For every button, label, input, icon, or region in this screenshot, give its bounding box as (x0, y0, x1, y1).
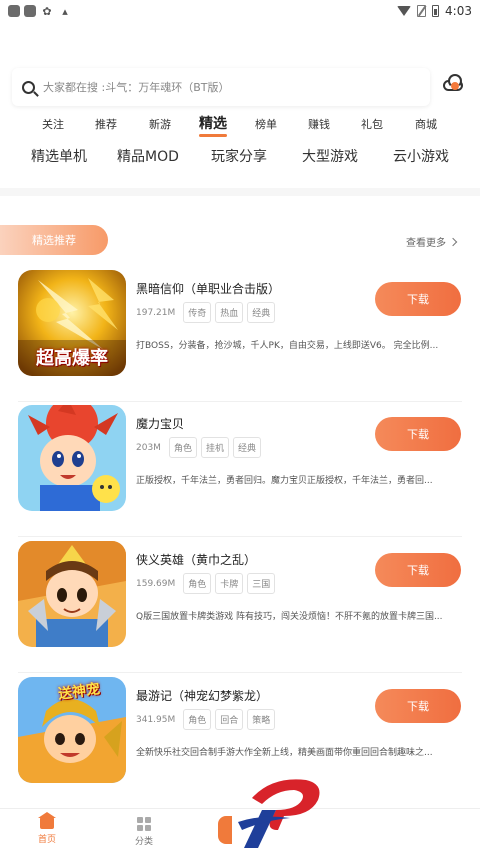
game-item[interactable]: 侠义英雄（黄巾之乱） 159.69M 角色 卡牌 三国 Q版三国放置卡牌类游戏 … (0, 537, 480, 673)
category-bar: 精选单机 精品MOD 玩家分享 大型游戏 云小游戏 (0, 146, 480, 166)
game-title[interactable]: 黑暗信仰（单职业合击版） (136, 280, 280, 297)
game-thumbnail[interactable] (18, 405, 126, 511)
tab-new-games[interactable]: 新游 (149, 116, 171, 132)
thumbnail-caption: 超高爆率 (36, 348, 108, 369)
game-title[interactable]: 侠义英雄（黄巾之乱） (136, 551, 256, 568)
tab-featured[interactable]: 精选 (199, 113, 227, 137)
category-single-player[interactable]: 精选单机 (31, 146, 87, 166)
tab-bar: 关注 推荐 新游 精选 榜单 赚钱 礼包 商城 (0, 116, 480, 138)
game-title[interactable]: 魔力宝贝 (136, 415, 184, 432)
game-tag: 回合 (215, 709, 244, 730)
game-tag: 经典 (247, 302, 276, 323)
floating-tab[interactable] (218, 816, 232, 844)
game-title[interactable]: 最游记（神宠幻梦紫龙） (136, 687, 268, 704)
watermark-logo (238, 779, 320, 848)
app-icon (8, 5, 20, 17)
nav-category[interactable]: 分类 (114, 817, 174, 847)
game-tag: 角色 (168, 437, 197, 458)
section-title: 精选推荐 (32, 234, 76, 247)
chevron-right-icon (448, 237, 458, 246)
no-sim-icon (417, 5, 427, 17)
game-tag: 卡牌 (215, 573, 244, 594)
grid-icon (137, 817, 151, 831)
nav-home[interactable]: 首页 (17, 812, 77, 845)
game-size: 197.21M (136, 307, 176, 318)
bug-icon: ✿ (42, 4, 52, 18)
category-cloud-games[interactable]: 云小游戏 (393, 146, 449, 166)
tab-recommend[interactable]: 推荐 (95, 116, 117, 132)
game-tag: 挂机 (200, 437, 229, 458)
game-tag: 角色 (183, 709, 212, 730)
game-thumbnail[interactable]: 送神宠 (18, 677, 126, 783)
tab-rankings[interactable]: 榜单 (255, 116, 277, 132)
game-meta: 341.95M 角色 回合 策略 (136, 709, 276, 730)
clock: 4:03 (445, 4, 472, 18)
tab-earn[interactable]: 赚钱 (308, 116, 330, 132)
game-description: 正版授权，千年法兰，勇者回归。魔力宝贝正版授权，千年法兰，勇者回... (136, 476, 433, 486)
download-button[interactable]: 下载 (375, 553, 461, 587)
game-tag: 角色 (183, 573, 212, 594)
game-thumbnail[interactable]: 超高爆率 (18, 270, 126, 376)
download-button[interactable]: 下载 (375, 689, 461, 723)
game-size: 159.69M (136, 578, 176, 589)
cloud-badge (451, 82, 459, 90)
game-size: 203M (136, 442, 161, 453)
search-bar[interactable]: 大家都在搜 :斗气：万年魂环（BT版） (12, 68, 430, 106)
home-icon (38, 812, 56, 829)
game-item[interactable]: 魔力宝贝 203M 角色 挂机 经典 正版授权，千年法兰，勇者回归。魔力宝贝正版… (0, 401, 480, 537)
search-placeholder: 大家都在搜 :斗气：万年魂环（BT版） (43, 81, 230, 94)
game-item[interactable]: 超高爆率 黑暗信仰（单职业合击版） 197.21M 传奇 热血 经典 打BOSS… (0, 266, 480, 402)
game-tag: 三国 (247, 573, 276, 594)
section-divider (0, 188, 480, 196)
game-tag: 热血 (215, 302, 244, 323)
app-icon (24, 5, 36, 17)
category-mod[interactable]: 精品MOD (117, 146, 179, 166)
game-thumbnail[interactable] (18, 541, 126, 647)
game-description: 打BOSS，分装备，抢沙城，千人PK，自由交易，上线即送V6。 完全比例... (136, 341, 439, 351)
download-button[interactable]: 下载 (375, 417, 461, 451)
wifi-icon (397, 6, 412, 16)
category-player-share[interactable]: 玩家分享 (211, 146, 267, 166)
game-tag: 传奇 (183, 302, 212, 323)
section-title-tag: 精选推荐 (0, 225, 108, 255)
font-icon: ▴ (62, 4, 68, 18)
game-description: 全新快乐社交回合制手游大作全新上线，精美画面带你重回回合制趣味之... (136, 748, 433, 758)
game-size: 341.95M (136, 714, 176, 725)
status-bar: ✿ ▴ 4:03 (0, 0, 480, 22)
download-button[interactable]: 下载 (375, 282, 461, 316)
game-tag: 策略 (247, 709, 276, 730)
see-more-link[interactable]: 查看更多 (406, 234, 458, 249)
game-meta: 203M 角色 挂机 经典 (136, 437, 261, 458)
tab-store[interactable]: 商城 (415, 116, 437, 132)
game-meta: 159.69M 角色 卡牌 三国 (136, 573, 276, 594)
game-meta: 197.21M 传奇 热血 经典 (136, 302, 276, 323)
tab-active-indicator (199, 134, 227, 137)
search-icon (22, 80, 35, 94)
battery-icon (432, 5, 440, 17)
tab-follow[interactable]: 关注 (42, 116, 64, 132)
category-large-games[interactable]: 大型游戏 (302, 146, 358, 166)
tab-gifts[interactable]: 礼包 (361, 116, 383, 132)
game-description: Q版三国放置卡牌类游戏 阵有技巧，闯关没烦恼！不肝不氪的放置卡牌三国... (136, 612, 443, 622)
cloud-game-button[interactable] (441, 74, 467, 96)
game-tag: 经典 (232, 437, 261, 458)
